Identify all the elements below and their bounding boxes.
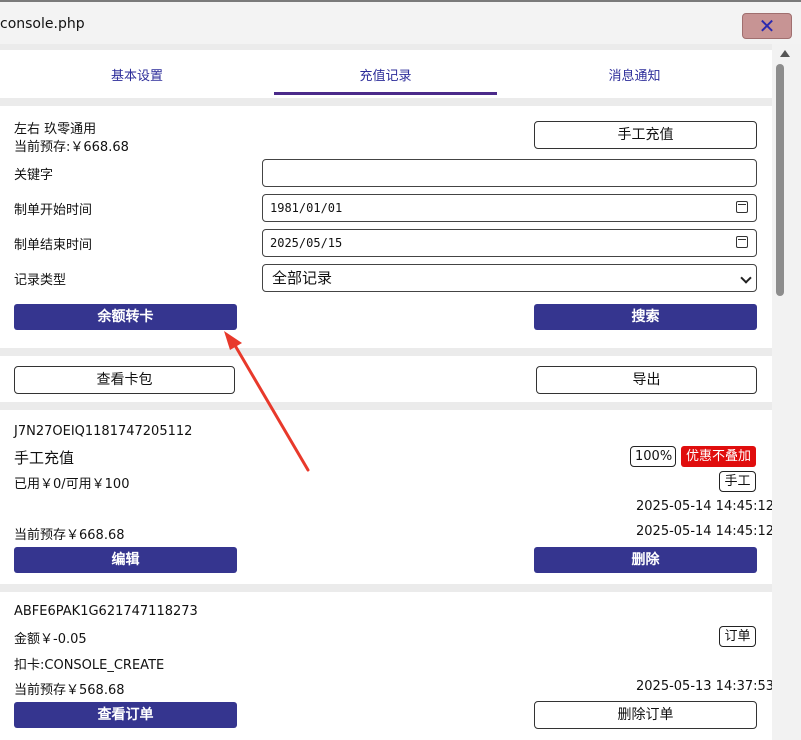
- record-title: 手工充值: [14, 449, 75, 467]
- end-date-label: 制单结束时间: [14, 238, 93, 253]
- divider: [0, 44, 772, 50]
- percent-badge: 100%: [630, 446, 676, 467]
- tab-bar: 基本设置 充值记录 消息通知: [0, 50, 772, 100]
- record-time: 2025-05-14 14:45:12: [636, 499, 772, 514]
- record-time: 2025-05-14 14:45:12: [636, 524, 772, 539]
- close-icon: ✕: [758, 14, 776, 38]
- window-titlebar: console.php ✕: [0, 0, 801, 44]
- edit-button[interactable]: 编辑: [14, 547, 237, 573]
- record-type-label: 记录类型: [14, 273, 67, 288]
- calendar-icon[interactable]: [736, 236, 748, 248]
- scrollbar[interactable]: [772, 44, 801, 740]
- manual-recharge-button[interactable]: 手工充值: [534, 121, 757, 149]
- scroll-thumb[interactable]: [776, 64, 784, 296]
- record-balance: 当前预存￥568.68: [14, 683, 125, 698]
- record-time: 2025-05-13 14:37:53: [636, 679, 772, 694]
- record-balance: 当前预存￥668.68: [14, 528, 125, 543]
- view-card-wallet-button[interactable]: 查看卡包: [14, 366, 235, 394]
- record-id: ABFE6PAK1G621747118273: [14, 604, 198, 619]
- chevron-down-icon: [740, 272, 752, 284]
- record-usage: 已用￥0/可用￥100: [14, 477, 130, 492]
- account-balance: 当前预存:￥668.68: [14, 140, 129, 155]
- close-button[interactable]: ✕: [742, 13, 792, 39]
- record-type-select[interactable]: 全部记录: [262, 264, 757, 292]
- window-title: console.php: [0, 16, 85, 32]
- no-stack-badge: 优惠不叠加: [681, 446, 756, 467]
- divider: [0, 348, 772, 356]
- start-date-input[interactable]: 1981/01/01: [262, 194, 757, 222]
- view-order-button[interactable]: 查看订单: [14, 702, 237, 728]
- tab-basic-settings[interactable]: 基本设置: [0, 50, 274, 100]
- search-button[interactable]: 搜索: [534, 304, 757, 330]
- calendar-icon[interactable]: [736, 201, 748, 213]
- keyword-label: 关键字: [14, 168, 54, 183]
- record-id: J7N27OEIQ1181747205112: [14, 424, 193, 439]
- divider: [0, 402, 772, 410]
- divider: [0, 98, 772, 106]
- record-deduct: 扣卡:CONSOLE_CREATE: [14, 658, 165, 673]
- end-date-input[interactable]: 2025/05/15: [262, 229, 757, 257]
- record-amount: 金额￥-0.05: [14, 632, 87, 647]
- scroll-up-icon[interactable]: [780, 50, 790, 57]
- keyword-input[interactable]: [262, 159, 757, 187]
- delete-order-button[interactable]: 删除订单: [534, 701, 757, 729]
- divider: [0, 584, 772, 592]
- type-badge: 订单: [719, 626, 756, 647]
- export-button[interactable]: 导出: [536, 366, 757, 394]
- type-badge: 手工: [719, 471, 756, 492]
- delete-button[interactable]: 删除: [534, 547, 757, 573]
- active-tab-indicator: [274, 92, 497, 95]
- account-name: 左右 玖零通用: [14, 122, 97, 137]
- main-content: 基本设置 充值记录 消息通知 左右 玖零通用 当前预存:￥668.68 手工充值…: [0, 44, 772, 740]
- start-date-label: 制单开始时间: [14, 203, 93, 218]
- balance-transfer-button[interactable]: 余额转卡: [14, 304, 237, 330]
- tab-notifications[interactable]: 消息通知: [497, 50, 772, 100]
